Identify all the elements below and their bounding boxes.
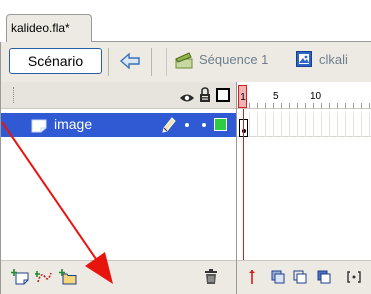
clapperboard-icon[interactable] xyxy=(175,51,193,69)
ruler-tick xyxy=(297,103,298,108)
add-motion-guide-icon[interactable] xyxy=(34,269,53,285)
edit-multiple-frames-icon[interactable] xyxy=(317,269,331,285)
center-frame-icon[interactable] xyxy=(245,269,259,285)
layers-header xyxy=(1,82,237,109)
lock-dot[interactable] xyxy=(202,123,206,127)
frame-cell xyxy=(273,113,274,137)
ruler-label: 5 xyxy=(273,91,279,102)
layer-row-image[interactable]: image xyxy=(1,113,237,137)
outline-color-square[interactable] xyxy=(214,118,227,131)
playhead-line xyxy=(243,109,244,260)
eye-icon[interactable] xyxy=(179,89,195,102)
ruler-tick xyxy=(265,103,266,108)
frame-cell xyxy=(321,113,322,137)
layers-panel: image xyxy=(0,82,237,294)
back-arrow-icon[interactable] xyxy=(115,48,145,74)
visibility-dot[interactable] xyxy=(185,123,189,127)
timeline-frames-panel: 5 10 1 xyxy=(236,82,371,294)
ruler-tick xyxy=(321,103,322,108)
frame-cell xyxy=(353,113,354,137)
add-layer-icon[interactable] xyxy=(11,269,29,285)
toolbar-separator xyxy=(151,48,152,76)
symbol-breadcrumb[interactable]: clkali xyxy=(319,52,348,67)
outline-square-icon[interactable] xyxy=(216,88,230,102)
layers-footer xyxy=(1,260,237,294)
graphic-symbol-icon[interactable] xyxy=(296,51,312,67)
layer-name[interactable]: image xyxy=(54,116,92,132)
add-folder-icon[interactable] xyxy=(59,269,77,285)
frame-cell xyxy=(329,113,330,137)
panel-grip[interactable] xyxy=(13,87,15,103)
toolbar-separator xyxy=(108,48,109,76)
modify-markers-icon[interactable] xyxy=(347,269,361,285)
ruler-tick xyxy=(257,103,258,108)
sequence-breadcrumb[interactable]: Séquence 1 xyxy=(199,52,268,67)
frame-cell xyxy=(345,113,346,137)
frame-cell xyxy=(361,113,362,137)
scenario-button[interactable]: Scénario xyxy=(9,48,102,74)
frame-cell xyxy=(305,113,306,137)
ruler-tick xyxy=(369,103,370,108)
lock-icon[interactable] xyxy=(199,87,211,103)
document-tab-bar: kalideo.fla* xyxy=(0,0,371,42)
frame-cell xyxy=(281,113,282,137)
ruler-tick xyxy=(353,103,354,108)
ruler-tick xyxy=(305,103,306,108)
frame-cell xyxy=(257,113,258,137)
toolbar-separator xyxy=(166,48,167,76)
playhead[interactable]: 1 xyxy=(238,85,247,108)
frame-cell xyxy=(369,113,370,137)
ruler-tick xyxy=(361,103,362,108)
frame-cell xyxy=(249,113,250,137)
ruler-tick xyxy=(337,103,338,108)
ruler-tick xyxy=(249,103,250,108)
layer-page-icon xyxy=(31,118,47,133)
frame-cell xyxy=(265,113,266,137)
frames-row-image[interactable] xyxy=(237,113,371,137)
frame-cell xyxy=(313,113,314,137)
onion-skin-icon[interactable] xyxy=(271,269,285,285)
ruler-tick xyxy=(313,103,314,108)
frame-cell xyxy=(297,113,298,137)
ruler-label: 10 xyxy=(310,91,322,102)
frame-cell xyxy=(337,113,338,137)
ruler-tick xyxy=(273,103,274,108)
ruler-tick xyxy=(289,103,290,108)
flash-timeline-window: kalideo.fla* Scénario Séquence 1 clkali … xyxy=(0,0,371,294)
trash-icon[interactable] xyxy=(204,269,218,285)
current-frame-label: 1 xyxy=(240,92,246,103)
timeline-toolbar: Scénario Séquence 1 clkali xyxy=(0,42,371,82)
frame-ruler[interactable]: 5 10 1 xyxy=(237,82,371,109)
frame-cell xyxy=(289,113,290,137)
ruler-tick xyxy=(281,103,282,108)
document-tab[interactable]: kalideo.fla* xyxy=(6,14,92,42)
pencil-icon xyxy=(162,117,176,133)
ruler-tick xyxy=(345,103,346,108)
timeline-footer xyxy=(237,260,371,294)
onion-skin-outlines-icon[interactable] xyxy=(293,269,307,285)
ruler-tick xyxy=(329,103,330,108)
